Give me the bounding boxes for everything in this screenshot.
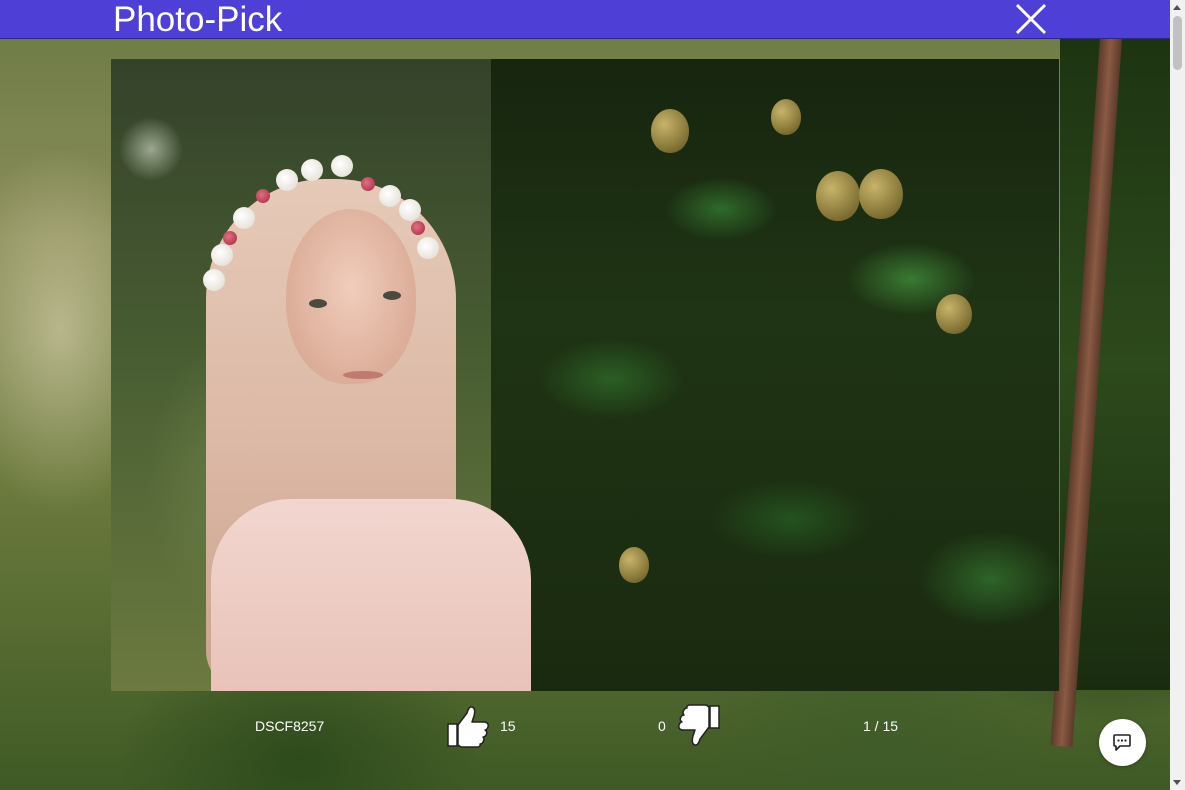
- photo-foliage: [491, 59, 1059, 691]
- main-photo[interactable]: [111, 59, 1059, 691]
- thumbs-up-icon: [447, 706, 489, 748]
- close-button[interactable]: [1014, 2, 1048, 36]
- app-title: Photo-Pick: [113, 0, 283, 39]
- chat-button[interactable]: [1099, 719, 1146, 766]
- vertical-scrollbar[interactable]: [1170, 0, 1185, 790]
- dislike-button[interactable]: [676, 704, 722, 748]
- like-button[interactable]: [445, 704, 491, 748]
- like-count: 15: [500, 718, 516, 734]
- scroll-up-arrow-icon[interactable]: [1173, 5, 1181, 10]
- thumbs-down-icon: [678, 704, 720, 746]
- dislike-count: 0: [658, 718, 666, 734]
- scroll-thumb[interactable]: [1173, 16, 1182, 70]
- photo-name: DSCF8257: [255, 718, 325, 734]
- close-icon: [1015, 3, 1047, 35]
- subject-dress: [211, 499, 531, 691]
- app-header: Photo-Pick: [0, 0, 1170, 39]
- photo-counter: 1 / 15: [863, 718, 899, 734]
- chat-icon: [1113, 734, 1131, 751]
- scroll-down-arrow-icon[interactable]: [1173, 780, 1181, 785]
